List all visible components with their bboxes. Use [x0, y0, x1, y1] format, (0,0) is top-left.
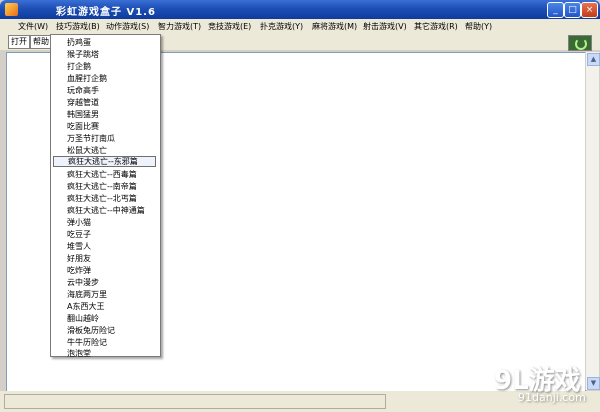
menu-item-game[interactable]: 吃豆子	[53, 229, 156, 240]
menu-sports-games[interactable]: 竞技游戏(E)	[208, 21, 251, 33]
menu-item-game[interactable]: 弹小猫	[53, 217, 156, 228]
menu-item-game[interactable]: 滑板兔历险记	[53, 325, 156, 336]
menu-item-game[interactable]: 韩国猛男	[53, 109, 156, 120]
menu-item-game[interactable]: 猴子跳塔	[53, 49, 156, 60]
refresh-button[interactable]	[568, 35, 592, 51]
minimize-button[interactable]: _	[547, 2, 564, 18]
menu-poker-games[interactable]: 扑克游戏(Y)	[260, 21, 303, 33]
menu-help[interactable]: 帮助(Y)	[465, 21, 492, 33]
menu-mahjong-games[interactable]: 麻将游戏(M)	[312, 21, 357, 33]
menu-item-game[interactable]: 扔鸡蛋	[53, 37, 156, 48]
status-pane	[4, 394, 386, 409]
menu-other-games[interactable]: 其它游戏(R)	[414, 21, 458, 33]
menu-item-game[interactable]: 松鼠大逃亡	[53, 145, 156, 156]
refresh-icon	[575, 38, 587, 50]
menu-item-game[interactable]: 吃面比赛	[53, 121, 156, 132]
help-button[interactable]: 帮助	[30, 35, 52, 49]
menu-item-game[interactable]: 海底两万里	[53, 289, 156, 300]
app-window: 彩虹游戏盒子 V1.6 _ □ × 文件(W) 技巧游戏(B) 动作游戏(S) …	[0, 0, 600, 412]
menu-item-game[interactable]: 堆雪人	[53, 241, 156, 252]
menu-item-game[interactable]: 泡泡堂	[53, 348, 156, 359]
menu-item-game[interactable]: 云中漫步	[53, 277, 156, 288]
menu-item-game[interactable]: 牛牛历险记	[53, 337, 156, 348]
menu-item-game[interactable]: 玩命高手	[53, 85, 156, 96]
vertical-scrollbar[interactable]: ▲ ▼	[585, 52, 600, 390]
menu-file[interactable]: 文件(W)	[18, 21, 48, 33]
menu-skill-games[interactable]: 技巧游戏(B)	[56, 21, 100, 33]
menu-action-games[interactable]: 动作游戏(S)	[106, 21, 149, 33]
menu-puzzle-games[interactable]: 智力游戏(T)	[158, 21, 201, 33]
window-title: 彩虹游戏盒子 V1.6	[56, 7, 156, 18]
menu-item-game[interactable]: 好朋友	[53, 253, 156, 264]
menu-item-game[interactable]: 疯狂大逃亡--北丐篇	[53, 193, 156, 204]
menu-item-game-selected[interactable]: 疯狂大逃亡--东邪篇	[53, 156, 156, 167]
menu-item-game[interactable]: 穿越管道	[53, 97, 156, 108]
menu-item-game[interactable]: 翻山越岭	[53, 313, 156, 324]
menu-shooting-games[interactable]: 射击游戏(V)	[363, 21, 407, 33]
menu-item-game[interactable]: A东西大王	[53, 301, 156, 312]
watermark-url: 91danji.com	[518, 391, 586, 404]
menu-item-game[interactable]: 血腥打企鹅	[53, 73, 156, 84]
open-button[interactable]: 打开	[8, 35, 30, 49]
app-icon	[5, 3, 18, 16]
menu-item-game[interactable]: 疯狂大逃亡--西毒篇	[53, 169, 156, 180]
close-button[interactable]: ×	[581, 2, 598, 18]
menu-item-game[interactable]: 疯狂大逃亡--中神通篇	[53, 205, 156, 216]
scroll-up-icon[interactable]: ▲	[587, 53, 600, 66]
menu-item-game[interactable]: 吃炸弹	[53, 265, 156, 276]
title-bar[interactable]: 彩虹游戏盒子 V1.6 _ □ ×	[0, 0, 600, 19]
watermark: 9L游戏 91danji.com	[470, 360, 600, 410]
skill-games-dropdown: 扔鸡蛋 猴子跳塔 打企鹅 血腥打企鹅 玩命高手 穿越管道 韩国猛男 吃面比赛 万…	[50, 34, 161, 359]
menu-item-game[interactable]: 疯狂大逃亡--南帝篇	[53, 181, 156, 192]
menu-item-game[interactable]: 万圣节打南瓜	[53, 133, 156, 144]
maximize-button[interactable]: □	[564, 2, 581, 18]
menu-bar: 文件(W) 技巧游戏(B) 动作游戏(S) 智力游戏(T) 竞技游戏(E) 扑克…	[0, 19, 600, 34]
menu-item-game[interactable]: 打企鹅	[53, 61, 156, 72]
